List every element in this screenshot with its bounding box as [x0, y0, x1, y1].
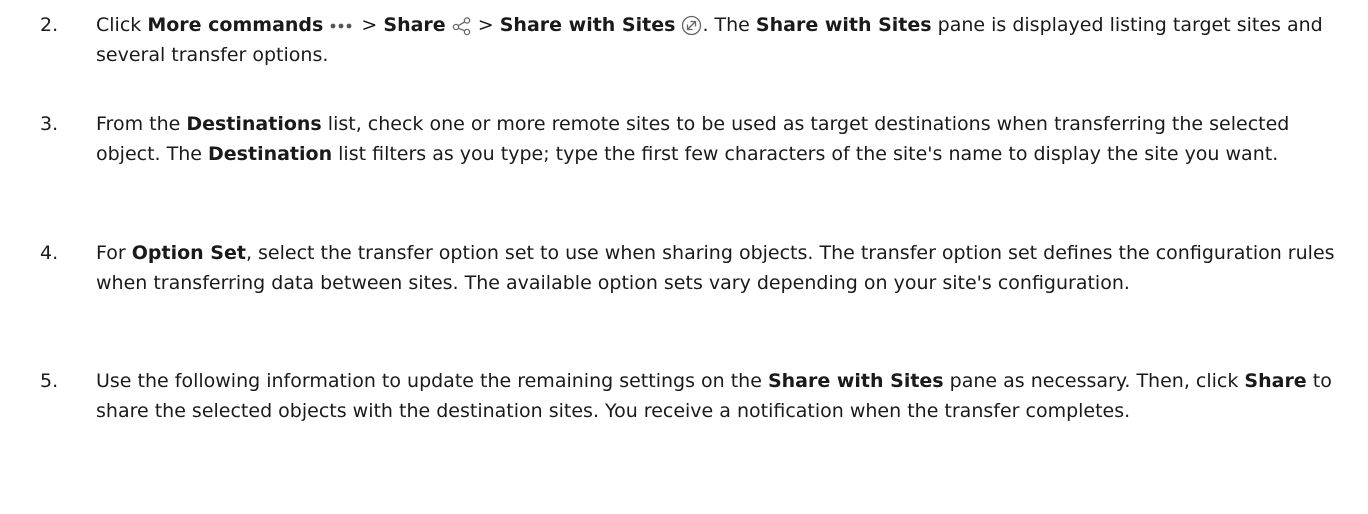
text-segment: > [471, 14, 500, 36]
destination-label: Destination [208, 143, 333, 165]
text-segment: . The [702, 14, 756, 36]
step-number: 4. [40, 242, 59, 264]
text-segment: For [96, 242, 132, 264]
text-segment: pane as necessary. Then, click [943, 370, 1245, 392]
share-with-sites-pane-label: Share with Sites [755, 14, 932, 36]
share-button-label: Share [1244, 370, 1307, 392]
share-label: Share [383, 14, 446, 36]
more-commands-icon [329, 21, 355, 31]
share-with-sites-icon [681, 15, 702, 36]
text-segment: , select the transfer option set to use … [96, 242, 1335, 294]
more-commands-label: More commands [147, 14, 324, 36]
share-with-sites-label: Share with Sites [499, 14, 676, 36]
text-segment: > [355, 14, 384, 36]
destinations-label: Destinations [186, 113, 322, 135]
step-number: 5. [40, 370, 59, 392]
text-segment: Use the following information to update … [96, 370, 768, 392]
text-segment: list filters as you type; type the first… [332, 143, 1279, 165]
text-segment: From the [96, 113, 187, 135]
share-with-sites-label: Share with Sites [767, 370, 944, 392]
text-segment: Click [96, 14, 148, 36]
step-number: 2. [40, 14, 59, 36]
step-text: Use the following information to update … [96, 366, 1346, 426]
share-icon [452, 16, 472, 36]
step-number: 3. [40, 113, 59, 135]
step-text: For Option Set, select the transfer opti… [96, 238, 1346, 298]
step-text: Click More commands > Share > Share with… [96, 10, 1346, 70]
option-set-label: Option Set [131, 242, 246, 264]
step-text: From the Destinations list, check one or… [96, 109, 1346, 169]
